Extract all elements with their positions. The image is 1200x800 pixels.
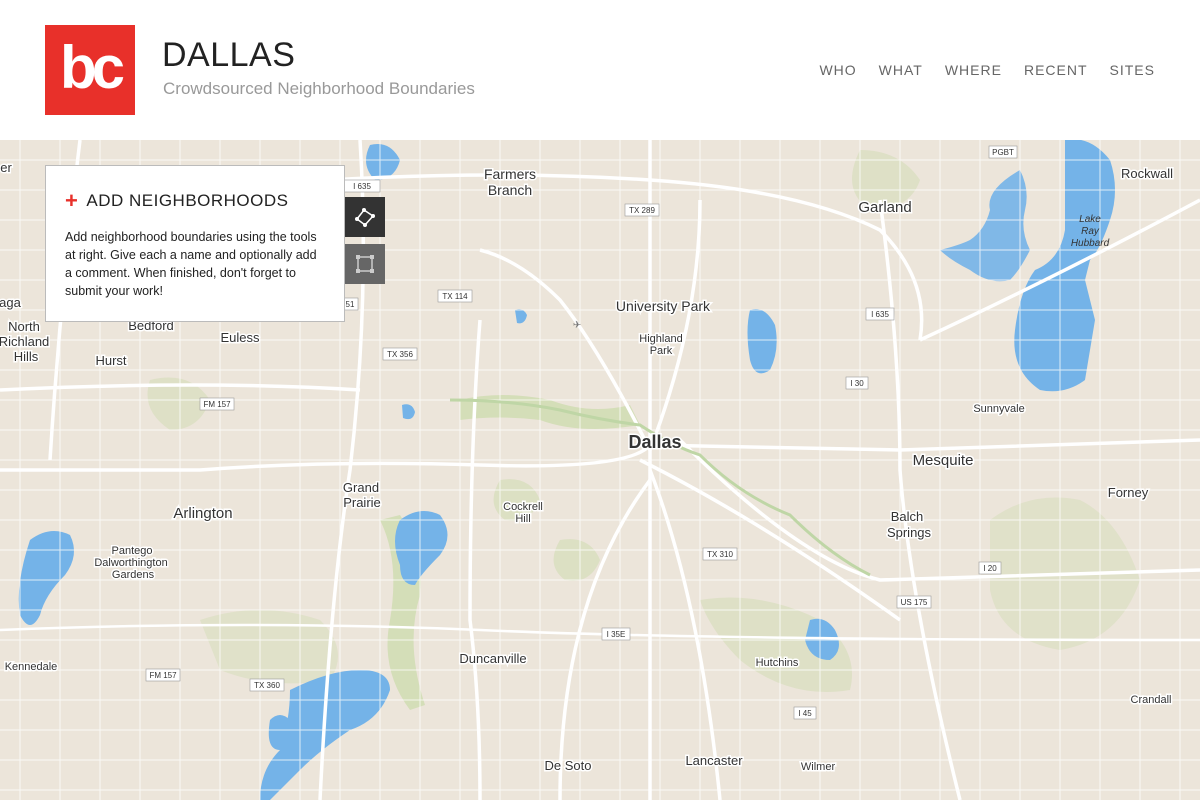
svg-text:US 175: US 175	[901, 598, 928, 607]
svg-text:I 45: I 45	[798, 709, 812, 718]
add-neighborhoods-panel: + ADD NEIGHBORHOODS Add neighborhood bou…	[45, 165, 345, 322]
svg-text:Dallas: Dallas	[628, 432, 681, 452]
svg-text:Prairie: Prairie	[343, 495, 381, 510]
draw-polygon-button[interactable]	[345, 197, 385, 237]
draw-rectangle-button[interactable]	[345, 244, 385, 284]
svg-text:Duncanville: Duncanville	[459, 651, 526, 666]
svg-text:Hill: Hill	[515, 513, 530, 525]
svg-text:I 635: I 635	[871, 310, 889, 319]
svg-text:PGBT: PGBT	[992, 148, 1014, 157]
polygon-draw-icon	[355, 208, 375, 227]
svg-text:Garland: Garland	[858, 199, 911, 216]
svg-text:Branch: Branch	[488, 182, 532, 198]
svg-text:TX 289: TX 289	[629, 206, 655, 215]
svg-text:Mesquite: Mesquite	[913, 452, 974, 469]
svg-text:Gardens: Gardens	[112, 569, 155, 581]
panel-title-text: ADD NEIGHBORHOODS	[86, 191, 289, 210]
svg-text:Wilmer: Wilmer	[801, 761, 836, 773]
svg-text:Hutchins: Hutchins	[756, 657, 799, 669]
svg-text:TX 356: TX 356	[387, 350, 413, 359]
nav-sites[interactable]: SITES	[1110, 62, 1155, 78]
svg-text:Springs: Springs	[887, 525, 932, 540]
svg-text:Hills: Hills	[14, 349, 39, 364]
svg-text:I 30: I 30	[850, 379, 864, 388]
svg-text:De Soto: De Soto	[545, 758, 592, 773]
site-header: bc DALLAS Crowdsourced Neighborhood Boun…	[0, 0, 1200, 140]
svg-text:TX 114: TX 114	[442, 292, 468, 301]
svg-text:Highland: Highland	[639, 333, 682, 345]
svg-text:Hurst: Hurst	[95, 353, 126, 368]
svg-text:Lake: Lake	[1079, 214, 1101, 225]
svg-text:Farmers: Farmers	[484, 166, 536, 182]
svg-text:Sunnyvale: Sunnyvale	[973, 403, 1024, 415]
svg-text:Grand: Grand	[343, 480, 379, 495]
svg-text:Kennedale: Kennedale	[5, 661, 58, 673]
brand-logo[interactable]: bc	[45, 25, 135, 115]
svg-text:Balch: Balch	[891, 509, 924, 524]
svg-text:TX 310: TX 310	[707, 550, 733, 559]
svg-text:FM 157: FM 157	[203, 400, 231, 409]
svg-text:Hubbard: Hubbard	[1071, 238, 1110, 249]
panel-title: + ADD NEIGHBORHOODS	[65, 190, 325, 212]
svg-text:Richland: Richland	[0, 334, 49, 349]
svg-text:TX 360: TX 360	[254, 681, 280, 690]
nav-where[interactable]: WHERE	[945, 62, 1002, 78]
svg-text:Crandall: Crandall	[1131, 694, 1172, 706]
plus-icon: +	[65, 188, 79, 213]
svg-text:Arlington: Arlington	[173, 505, 232, 522]
svg-text:Ray: Ray	[1081, 226, 1100, 237]
svg-text:Lancaster: Lancaster	[685, 753, 743, 768]
svg-text:University Park: University Park	[616, 298, 711, 314]
svg-text:Park: Park	[650, 345, 673, 357]
rectangle-draw-icon	[356, 255, 374, 273]
svg-text:I 635: I 635	[353, 182, 371, 191]
svg-text:Pantego: Pantego	[112, 545, 153, 557]
svg-text:Rockwall: Rockwall	[1121, 166, 1173, 181]
main-nav: WHO WHAT WHERE RECENT SITES	[797, 62, 1155, 78]
site-subtitle: Crowdsourced Neighborhood Boundaries	[163, 79, 475, 98]
nav-what[interactable]: WHAT	[879, 62, 923, 78]
svg-text:er: er	[0, 160, 12, 175]
airport-icon: ✈	[573, 320, 581, 331]
svg-text:FM 157: FM 157	[149, 671, 177, 680]
panel-instructions: Add neighborhood boundaries using the to…	[65, 230, 317, 298]
site-title: DALLAS	[162, 36, 296, 74]
svg-text:51: 51	[346, 300, 355, 309]
nav-recent[interactable]: RECENT	[1024, 62, 1088, 78]
svg-text:Euless: Euless	[220, 330, 260, 345]
svg-text:I 20: I 20	[983, 564, 997, 573]
svg-text:Forney: Forney	[1108, 485, 1149, 500]
nav-who[interactable]: WHO	[819, 62, 856, 78]
svg-text:I 35E: I 35E	[607, 630, 626, 639]
svg-text:Dalworthington: Dalworthington	[94, 557, 167, 569]
svg-text:Cockrell: Cockrell	[503, 501, 543, 513]
svg-text:North: North	[8, 319, 40, 334]
svg-text:aga: aga	[0, 295, 22, 310]
